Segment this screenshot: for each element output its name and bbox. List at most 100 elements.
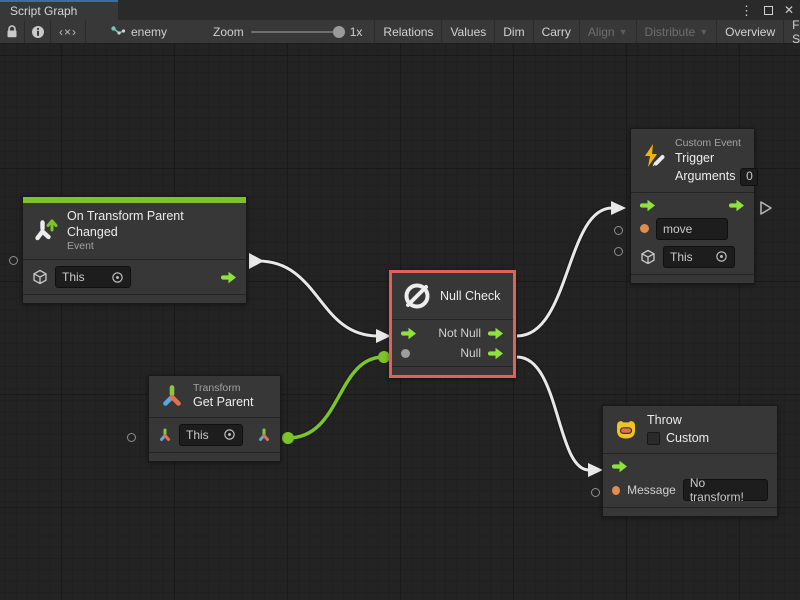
- info-button[interactable]: [25, 20, 51, 43]
- node-trigger-custom-event[interactable]: Custom Event Trigger Arguments 0: [630, 128, 755, 284]
- object-picker-icon[interactable]: [223, 428, 236, 441]
- flow-output-arrow-icon[interactable]: [221, 271, 237, 284]
- throw-message-port[interactable]: [591, 488, 600, 497]
- target-field[interactable]: This: [55, 266, 131, 288]
- node-category: Transform: [193, 382, 253, 395]
- node-footer: [603, 507, 777, 516]
- flow-input-arrow-icon[interactable]: [401, 327, 417, 340]
- gameobject-cube-icon: [640, 249, 656, 265]
- wire-null-to-throw[interactable]: [517, 357, 589, 470]
- graph-canvas[interactable]: On Transform Parent Changed Event This: [0, 44, 800, 600]
- not-null-label: Not Null: [438, 326, 481, 340]
- info-icon: [31, 25, 45, 39]
- node-header: Throw Custom: [603, 406, 777, 453]
- gameobject-cube-icon: [32, 269, 48, 285]
- target-value: This: [670, 250, 693, 264]
- carry-button[interactable]: Carry: [533, 20, 579, 43]
- lock-button[interactable]: [0, 20, 25, 43]
- target-value: This: [62, 270, 85, 284]
- custom-label: Custom: [666, 431, 709, 447]
- node-header: Custom Event Trigger Arguments 0: [631, 129, 754, 192]
- customevent-target-port[interactable]: [614, 247, 623, 256]
- values-label: Values: [450, 25, 486, 39]
- flow-input-arrow-icon[interactable]: [640, 199, 656, 212]
- code-icon: ‹×›: [59, 25, 77, 39]
- target-value: This: [186, 428, 209, 442]
- node-header: Null Check: [392, 273, 513, 319]
- zoom-control: Zoom 1x: [205, 20, 370, 43]
- flow-input-arrow-icon[interactable]: [612, 460, 628, 473]
- object-picker-icon[interactable]: [111, 271, 124, 284]
- node-get-parent[interactable]: Transform Get Parent This: [148, 375, 281, 462]
- maximize-icon[interactable]: [764, 6, 773, 15]
- code-view-button[interactable]: ‹×›: [51, 20, 86, 43]
- node-throw[interactable]: Throw Custom Message No: [602, 405, 778, 517]
- customevent-output-port[interactable]: [759, 200, 773, 216]
- window-menu-icon[interactable]: ⋮: [740, 4, 753, 17]
- zoom-value: 1x: [350, 25, 363, 39]
- flow-output-arrow-icon[interactable]: [488, 347, 504, 360]
- customevent-name-port[interactable]: [614, 226, 623, 235]
- target-field[interactable]: This: [663, 246, 735, 268]
- values-button[interactable]: Values: [441, 20, 494, 43]
- node-header: On Transform Parent Changed Event: [23, 203, 246, 259]
- event-name-value: move: [663, 222, 692, 236]
- wire-source-triangle: [249, 253, 264, 269]
- graph-name-breadcrumb[interactable]: enemy: [100, 20, 177, 43]
- node-subtitle: Event: [67, 240, 236, 253]
- zoom-slider[interactable]: [251, 31, 343, 33]
- event-target-port[interactable]: [9, 256, 18, 265]
- wire-notnull-to-trigger-outline: [517, 208, 612, 336]
- node-body: This: [23, 259, 246, 294]
- node-body: This: [149, 417, 280, 452]
- window-controls: ⋮ ✕: [740, 0, 794, 20]
- message-port[interactable]: [612, 486, 620, 495]
- object-picker-icon[interactable]: [715, 250, 728, 263]
- tab-script-graph[interactable]: Script Graph: [0, 0, 118, 20]
- wire-arrowhead: [611, 201, 626, 215]
- null-check-icon: [402, 281, 432, 311]
- zoom-slider-handle[interactable]: [333, 26, 345, 38]
- close-icon[interactable]: ✕: [784, 4, 794, 16]
- node-title: On Transform Parent Changed: [67, 209, 236, 240]
- message-field[interactable]: No transform!: [683, 479, 768, 501]
- node-null-check[interactable]: Null Check Not Null: [389, 270, 516, 378]
- node-header: Transform Get Parent: [149, 376, 280, 417]
- arguments-field[interactable]: 0: [740, 168, 758, 186]
- graph-toolbar: ‹×› enemy Zoom 1x Relations Values Dim: [0, 20, 800, 44]
- dim-button[interactable]: Dim: [494, 20, 532, 43]
- message-label: Message: [627, 483, 676, 497]
- node-footer: [631, 274, 754, 283]
- wire-null-to-throw-outline: [517, 357, 589, 470]
- full-screen-button[interactable]: Full Screen: [783, 20, 800, 43]
- chevron-down-icon: ▼: [619, 27, 628, 37]
- carry-label: Carry: [542, 25, 571, 39]
- node-footer: [392, 366, 513, 375]
- wire-arrowhead: [588, 463, 603, 477]
- event-name-field[interactable]: move: [656, 218, 728, 240]
- value-input-port[interactable]: [401, 349, 410, 358]
- overview-button[interactable]: Overview: [716, 20, 783, 43]
- overview-label: Overview: [725, 25, 775, 39]
- node-body: move This: [631, 192, 754, 274]
- align-label: Align: [588, 25, 615, 39]
- arguments-value: 0: [746, 169, 753, 184]
- flow-output-arrow-icon[interactable]: [729, 199, 745, 212]
- custom-checkbox[interactable]: [647, 432, 660, 445]
- transform-output-port-icon[interactable]: [257, 428, 271, 442]
- transform-icon: [159, 383, 185, 409]
- wire-event-to-nullcheck[interactable]: [258, 261, 378, 336]
- node-on-transform-parent-changed[interactable]: On Transform Parent Changed Event This: [22, 196, 247, 304]
- toolbar-buttons: Relations Values Dim Carry Align ▼ Distr…: [374, 20, 800, 43]
- getparent-target-port[interactable]: [127, 433, 136, 442]
- null-label: Null: [460, 346, 481, 360]
- wire-endpoint-dot: [282, 432, 294, 444]
- distribute-label: Distribute: [645, 25, 696, 39]
- graph-name-label: enemy: [131, 25, 167, 39]
- flow-output-arrow-icon[interactable]: [488, 327, 504, 340]
- tab-bar: Script Graph ⋮ ✕: [0, 0, 800, 20]
- target-field[interactable]: This: [179, 424, 243, 446]
- relations-button[interactable]: Relations: [374, 20, 441, 43]
- event-name-port[interactable]: [640, 224, 649, 233]
- transform-port-icon[interactable]: [158, 428, 172, 442]
